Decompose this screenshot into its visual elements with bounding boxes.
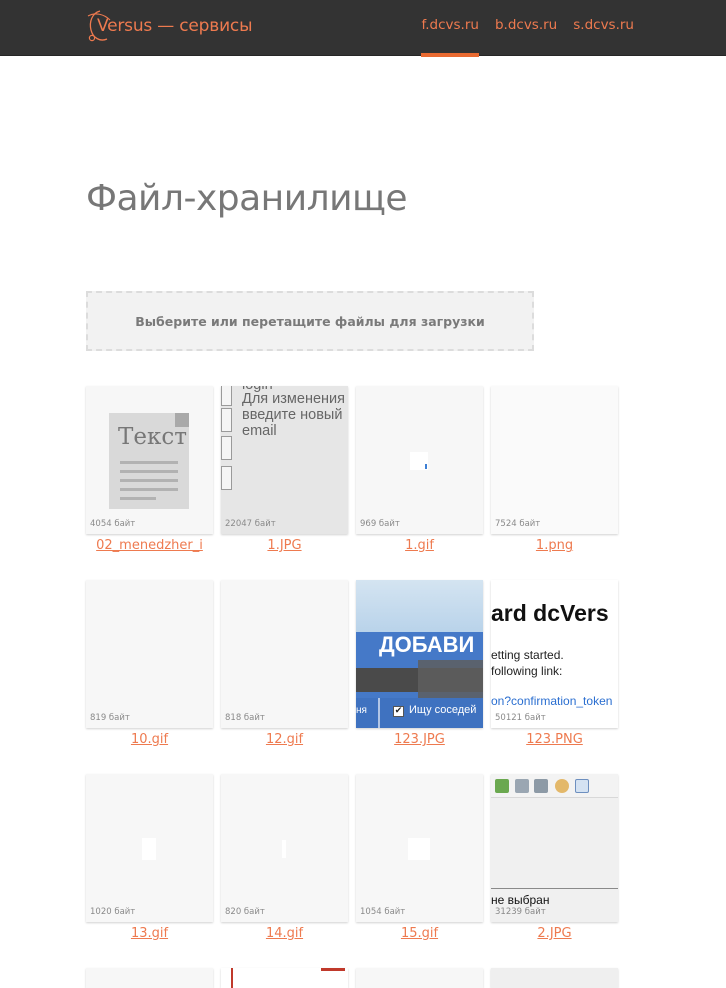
file-name-link[interactable]: 1.JPG [221,538,348,553]
file-size: 4054 байт [90,519,136,529]
file-thumbnail[interactable]: 7524 байт [491,386,618,534]
file-thumbnail[interactable]: 818 байт [221,580,348,728]
file-thumbnail[interactable]: ard dcVers etting started. following lin… [491,580,618,728]
brand-title: Versus — сервисы [97,16,253,36]
image-preview [282,840,286,858]
file-thumbnail[interactable]: не выбран 31239 байт [491,774,618,922]
file-size: 819 байт [90,713,130,723]
file-thumbnail[interactable] [86,968,213,988]
file-name-link[interactable]: 1.png [491,538,618,553]
file-name-link[interactable]: 1.gif [356,538,483,553]
file-name-link[interactable]: 2.JPG [491,926,618,941]
page-title: Файл-хранилище [86,178,408,219]
file-size: 1020 байт [90,907,136,917]
file-name-link[interactable]: 123.PNG [491,732,618,747]
file-size: 969 байт [360,519,400,529]
versus-logo-icon [87,10,111,42]
top-navigation-bar: Versus — сервисы f.dcvs.ru b.dcvs.ru s.d… [0,0,726,57]
page-icon [575,779,589,793]
text-document-icon: Текст [109,413,189,509]
brand-link[interactable]: Versus — сервисы [86,8,252,44]
link-icon [515,779,529,793]
nav-link-b-dcvs[interactable]: b.dcvs.ru [495,0,557,56]
file-size: 820 байт [225,907,265,917]
add-icon [495,779,509,793]
upload-label: Выберите или перетащите файлы для загруз… [135,313,485,329]
file-size: 50121 байт [495,713,546,723]
file-thumbnail[interactable]: Текст 4054 байт [86,386,213,534]
file-size: 1054 байт [360,907,406,917]
image-preview [408,838,430,860]
file-thumbnail[interactable]: 820 байт [221,774,348,922]
file-thumbnail[interactable]: 1020 байт [86,774,213,922]
file-thumbnail[interactable]: 1054 байт [356,774,483,922]
file-upload-dropzone[interactable]: Выберите или перетащите файлы для загруз… [86,291,534,351]
file-size: 31239 байт [495,907,546,917]
smiley-icon [555,779,569,793]
file-name-link[interactable]: 02_menedzher_i [86,538,213,553]
file-name-link[interactable]: 12.gif [221,732,348,747]
file-thumbnail[interactable]: 819 байт [86,580,213,728]
nav-link-s-dcvs[interactable]: s.dcvs.ru [573,0,634,56]
file-thumbnail[interactable] [221,968,348,988]
file-thumbnail[interactable] [491,968,618,988]
file-thumbnail[interactable] [356,968,483,988]
file-name-link[interactable]: 14.gif [221,926,348,941]
file-thumbnail[interactable]: ДОБАВИ ня ✔ Ищу соседей [356,580,483,728]
file-name-link[interactable]: 15.gif [356,926,483,941]
file-thumbnail[interactable]: login Для изменения введите новый email … [221,386,348,534]
file-size: 7524 байт [495,519,541,529]
service-nav: f.dcvs.ru b.dcvs.ru s.dcvs.ru [405,0,634,57]
checkbox-icon: ✔ [393,706,404,717]
nav-link-f-dcvs[interactable]: f.dcvs.ru [421,0,480,57]
file-name-link[interactable]: 13.gif [86,926,213,941]
file-name-link[interactable]: 123.JPG [356,732,483,747]
file-name-link[interactable]: 10.gif [86,732,213,747]
unlink-icon [534,779,548,793]
file-thumbnail[interactable]: 969 байт [356,386,483,534]
image-preview [142,838,156,860]
file-size: 22047 байт [225,519,276,529]
file-size: 818 байт [225,713,265,723]
